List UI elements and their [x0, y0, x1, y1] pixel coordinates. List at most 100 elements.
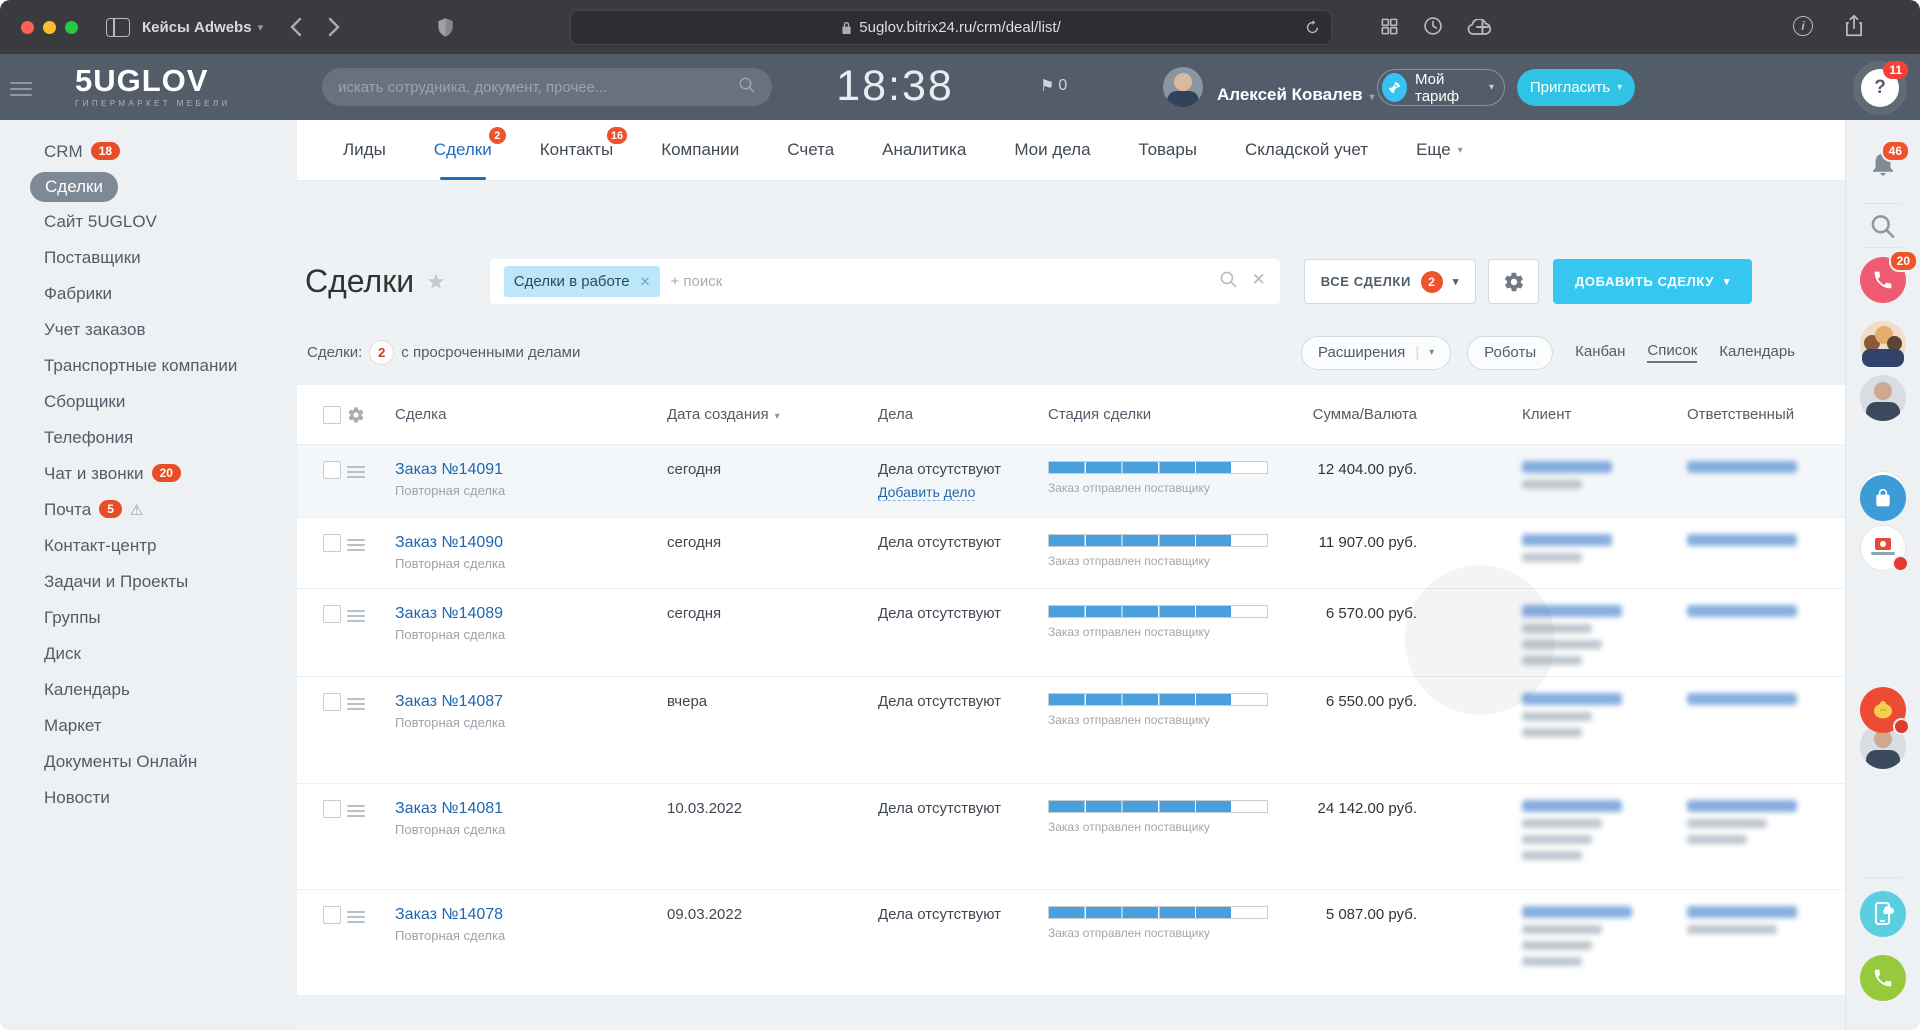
redacted-responsible[interactable] — [1651, 605, 1845, 624]
table-row[interactable]: Заказ №14078 Повторная сделка 09.03.2022… — [297, 890, 1845, 996]
flag-counter[interactable]: ⚑ 0 — [1040, 76, 1067, 96]
tab-1[interactable]: Лиды — [343, 120, 386, 180]
user-avatar[interactable] — [1163, 67, 1203, 107]
sidebar-item-17[interactable]: Маркет — [0, 708, 297, 744]
deal-link[interactable]: Заказ №14078 — [395, 906, 503, 923]
tab-7[interactable]: Мои дела — [1014, 120, 1090, 180]
tab-9[interactable]: Складской учет — [1245, 120, 1368, 180]
call-button[interactable] — [1860, 955, 1906, 1001]
row-checkbox[interactable] — [323, 461, 341, 479]
sidebar-item-7[interactable]: Транспортные компании — [0, 348, 297, 384]
shield-icon[interactable] — [437, 17, 454, 38]
mobile-app-button[interactable] — [1860, 891, 1906, 937]
piggy-bank-chat-icon[interactable] — [1860, 687, 1906, 733]
global-search-input[interactable] — [338, 79, 738, 96]
extensions-button[interactable]: Расширения| — [1301, 336, 1451, 370]
add-activity-link[interactable]: Добавить дело — [878, 484, 975, 501]
stage-progress-bar[interactable] — [1048, 461, 1268, 474]
chevron-down-icon[interactable] — [258, 21, 264, 34]
history-icon[interactable] — [1423, 16, 1443, 36]
work-clock[interactable]: 18:38 — [810, 62, 980, 111]
user-menu[interactable]: Алексей Ковалев — [1217, 85, 1375, 105]
sidebar-item-18[interactable]: Документы Онлайн — [0, 744, 297, 780]
remove-chip-icon[interactable]: ✕ — [640, 274, 651, 290]
secure-chat-icon[interactable] — [1860, 475, 1906, 521]
back-button[interactable] — [289, 17, 302, 37]
table-row[interactable]: Заказ №14091 Повторная сделка сегодня Де… — [297, 445, 1845, 518]
column-responsible[interactable]: Ответственный — [1651, 406, 1845, 423]
sidebar-item-2[interactable]: Сделки — [30, 172, 297, 202]
stage-progress-bar[interactable] — [1048, 800, 1268, 813]
stage-progress-bar[interactable] — [1048, 693, 1268, 706]
sidebar-item-8[interactable]: Сборщики — [0, 384, 297, 420]
sidebar-item-9[interactable]: Телефония — [0, 420, 297, 456]
drag-handle-icon[interactable] — [347, 461, 365, 481]
browser-sidebar-icon[interactable] — [106, 18, 130, 37]
table-row[interactable]: Заказ №14089 Повторная сделка сегодня Де… — [297, 589, 1845, 677]
deal-link[interactable]: Заказ №14087 — [395, 693, 503, 710]
row-checkbox[interactable] — [323, 800, 341, 818]
row-checkbox[interactable] — [323, 693, 341, 711]
deal-link[interactable]: Заказ №14089 — [395, 605, 503, 622]
stage-progress-bar[interactable] — [1048, 605, 1268, 618]
redacted-client[interactable] — [1417, 461, 1651, 496]
stage-progress-bar[interactable] — [1048, 906, 1268, 919]
redacted-client[interactable] — [1417, 800, 1651, 867]
sidebar-item-6[interactable]: Учет заказов — [0, 312, 297, 348]
view-kanban[interactable]: Канбан — [1575, 343, 1625, 362]
filter-search-input[interactable] — [670, 273, 1218, 290]
column-activities[interactable]: Дела — [867, 406, 1033, 423]
address-bar[interactable]: 5uglov.bitrix24.ru/crm/deal/list/ — [570, 10, 1332, 45]
stage-progress-bar[interactable] — [1048, 534, 1268, 547]
sidebar-item-10[interactable]: Чат и звонки20 — [0, 456, 297, 492]
sidebar-item-14[interactable]: Группы — [0, 600, 297, 636]
tab-4[interactable]: Компании — [661, 120, 739, 180]
notifications-button[interactable]: 46 — [1868, 147, 1898, 184]
robots-button[interactable]: Роботы — [1467, 336, 1553, 370]
info-icon[interactable]: i — [1793, 16, 1813, 36]
help-button[interactable]: ? 11 — [1861, 69, 1899, 107]
row-checkbox[interactable] — [323, 605, 341, 623]
column-stage[interactable]: Стадия сделки — [1033, 406, 1275, 423]
chat-avatar-1[interactable] — [1860, 375, 1906, 421]
tab-2[interactable]: Сделки 2 — [434, 120, 492, 180]
redacted-responsible[interactable] — [1651, 534, 1845, 553]
cloud-icon[interactable] — [1466, 19, 1492, 36]
add-deal-button[interactable]: ДОБАВИТЬ СДЕЛКУ — [1553, 259, 1752, 304]
column-deal[interactable]: Сделка — [385, 406, 657, 423]
redacted-responsible[interactable] — [1651, 800, 1845, 851]
deal-link[interactable]: Заказ №14090 — [395, 534, 503, 551]
sidebar-item-13[interactable]: Задачи и Проекты — [0, 564, 297, 600]
sidebar-item-12[interactable]: Контакт-центр — [0, 528, 297, 564]
redacted-client[interactable] — [1417, 906, 1651, 973]
tab-10[interactable]: Еще — [1416, 120, 1463, 180]
redacted-client[interactable] — [1417, 605, 1651, 672]
tariff-button[interactable]: Мой тариф — [1377, 69, 1505, 106]
favorite-star-icon[interactable]: ★ — [426, 269, 446, 295]
sidebar-item-4[interactable]: Поставщики — [0, 240, 297, 276]
table-row[interactable]: Заказ №14087 Повторная сделка вчера Дела… — [297, 677, 1845, 784]
column-sum[interactable]: Сумма/Валюта — [1275, 406, 1417, 423]
table-row[interactable]: Заказ №14081 Повторная сделка 10.03.2022… — [297, 784, 1845, 890]
view-calendar[interactable]: Календарь — [1719, 343, 1795, 362]
global-search[interactable] — [322, 68, 772, 106]
sidebar-item-11[interactable]: Почта5⚠ — [0, 492, 297, 528]
select-all-checkbox[interactable] — [323, 406, 341, 424]
column-client[interactable]: Клиент — [1417, 406, 1651, 423]
sidebar-item-19[interactable]: Новости — [0, 780, 297, 816]
redacted-responsible[interactable] — [1651, 906, 1845, 941]
clear-filter-icon[interactable]: ✕ — [1252, 270, 1266, 294]
menu-icon[interactable] — [10, 78, 32, 100]
table-row[interactable]: Заказ №14090 Повторная сделка сегодня Де… — [297, 518, 1845, 589]
share-icon[interactable] — [1845, 14, 1863, 37]
close-window-button[interactable] — [21, 21, 34, 34]
overdue-count-badge[interactable]: 2 — [369, 340, 394, 365]
drag-handle-icon[interactable] — [347, 800, 365, 820]
view-list[interactable]: Список — [1647, 342, 1697, 363]
forward-button[interactable] — [328, 17, 341, 37]
filter-chip[interactable]: Сделки в работе✕ — [504, 266, 661, 297]
search-icon[interactable] — [1219, 270, 1238, 294]
drag-handle-icon[interactable] — [347, 534, 365, 554]
redacted-client[interactable] — [1417, 534, 1651, 569]
tab-overview-icon[interactable] — [1380, 17, 1399, 36]
